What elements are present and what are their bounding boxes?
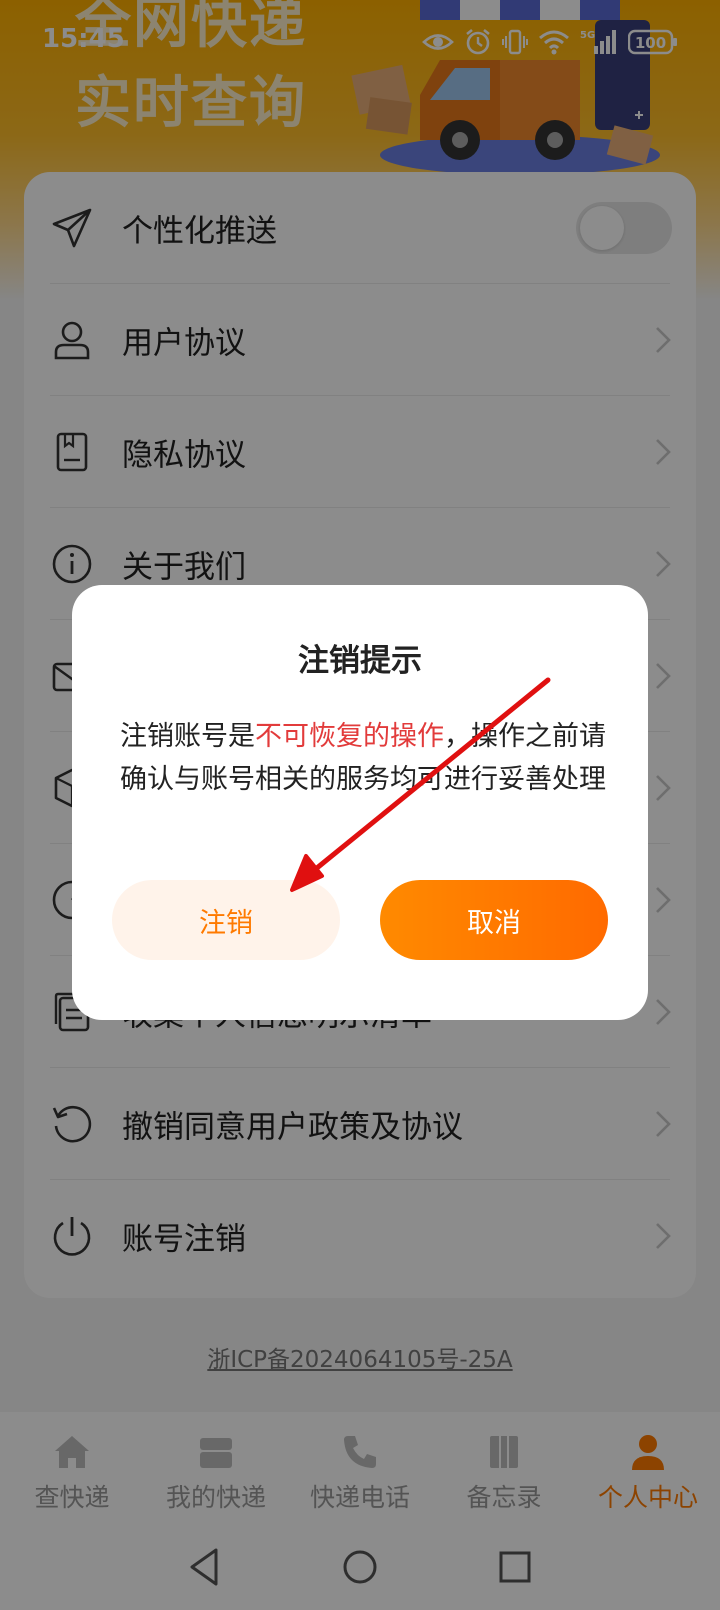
dialog-message-warning: 不可恢复的操作 [255,721,444,752]
app-screen: 全网快递 实时查询 15:45 5G 100 个性化推送 用户协议 隐私协议 关… [0,0,720,1610]
dialog-message: 注销账号是不可恢复的操作，操作之前请确认与账号相关的服务均可进行妥善处理 [120,715,610,801]
dialog-title: 注销提示 [298,643,422,679]
cancel-button[interactable]: 取消 [380,880,608,960]
delete-account-dialog: 注销提示 注销账号是不可恢复的操作，操作之前请确认与账号相关的服务均可进行妥善处… [72,585,648,1020]
confirm-delete-button[interactable]: 注销 [112,880,340,960]
dialog-message-prefix: 注销账号是 [120,721,255,752]
